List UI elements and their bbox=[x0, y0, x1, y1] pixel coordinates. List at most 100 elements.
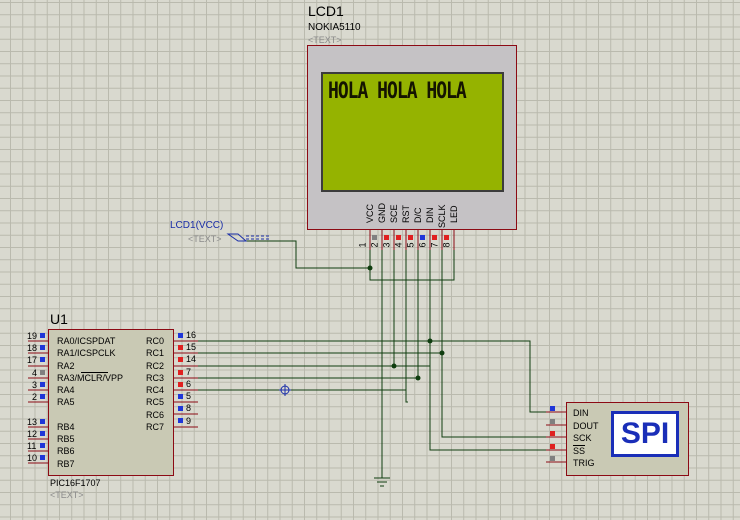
mcu-marker-11[interactable] bbox=[40, 443, 45, 448]
mcu-ref: U1 bbox=[50, 311, 68, 327]
mcu-marker-8[interactable] bbox=[178, 406, 183, 411]
mcu-pin-label-rb4: RB4 bbox=[57, 422, 75, 432]
spi-marker-dout[interactable] bbox=[550, 419, 555, 424]
mcu-marker-18[interactable] bbox=[40, 345, 45, 350]
spi-marker-ss[interactable] bbox=[550, 444, 555, 449]
mcu-marker-4[interactable] bbox=[40, 370, 45, 375]
lcd-pin-num-3: 3 bbox=[381, 242, 392, 248]
mcu-marker-5[interactable] bbox=[178, 394, 183, 399]
spi-pin-din: DIN bbox=[573, 408, 589, 418]
lcd-pin-label-gnd: GND bbox=[377, 203, 387, 223]
lcd-pin4-marker[interactable] bbox=[408, 235, 413, 240]
wire-rc4 bbox=[198, 389, 407, 402]
mcu-pin-num-6: 6 bbox=[186, 379, 192, 389]
mcu-marker-17[interactable] bbox=[40, 357, 45, 362]
mcu-pin-num-12: 12 bbox=[27, 429, 38, 439]
mcu-pin-num-18: 18 bbox=[27, 343, 38, 353]
mcu-pin-num-17: 17 bbox=[27, 355, 38, 365]
lcd-pin1-marker[interactable] bbox=[372, 235, 377, 240]
lcd-pin-num-8: 8 bbox=[441, 242, 452, 248]
spi-logo: SPI bbox=[611, 411, 679, 457]
mcu-marker-2[interactable] bbox=[40, 394, 45, 399]
spi-pin-trig: TRIG bbox=[573, 458, 595, 468]
lcd-ref: LCD1 bbox=[308, 3, 344, 19]
lcd-pin5-marker[interactable] bbox=[420, 235, 425, 240]
mcu-pin-num-4: 4 bbox=[32, 368, 38, 378]
mcu-pin-label-rb5: RB5 bbox=[57, 434, 75, 444]
spi-debugger-component[interactable]: DIN DOUT SCK SS TRIG SPI bbox=[566, 402, 689, 476]
mcu-component[interactable]: RA0/ICSPDAT RA1/ICSPCLK RA2 RA3/MCLR/VPP… bbox=[48, 329, 174, 476]
spi-pin-ss: SS bbox=[573, 446, 586, 456]
mcu-pin-label-ra3: RA3/MCLR/VPP bbox=[57, 373, 124, 383]
mcu-marker-14[interactable] bbox=[178, 357, 183, 362]
mcu-pin-num-7: 7 bbox=[186, 367, 192, 377]
mcu-marker-3[interactable] bbox=[40, 382, 45, 387]
lcd-pin-label-sclk: SCLK bbox=[437, 204, 447, 228]
mcu-pin-num-19: 19 bbox=[27, 331, 38, 341]
lcd-pin-label-led: LED bbox=[449, 205, 459, 223]
mcu-pin-label-rc1: RC1 bbox=[146, 348, 165, 358]
spi-pin-sck: SCK bbox=[573, 433, 592, 443]
mcu-marker-15[interactable] bbox=[178, 345, 183, 350]
mcu-pin-num-2: 2 bbox=[32, 392, 38, 402]
ground-symbol bbox=[374, 477, 390, 487]
mcu-pin-label-rc6: RC6 bbox=[146, 410, 165, 420]
lcd-pin-label-din: DIN bbox=[425, 207, 435, 224]
mcu-pin-label-rc4: RC4 bbox=[146, 385, 165, 395]
terminal-placeholder: <TEXT> bbox=[188, 234, 222, 244]
spi-marker-trig[interactable] bbox=[550, 456, 555, 461]
mcu-marker-7[interactable] bbox=[178, 370, 183, 375]
mcu-marker-16[interactable] bbox=[178, 333, 183, 338]
lcd-pin3-marker[interactable] bbox=[396, 235, 401, 240]
mcu-pin-num-5: 5 bbox=[186, 391, 192, 401]
mcu-pin-label-ra5: RA5 bbox=[57, 397, 75, 407]
lcd-pin-label-sce: SCE bbox=[389, 204, 399, 223]
terminal-label[interactable]: LCD1(VCC) bbox=[170, 220, 223, 231]
mcu-pin-label-ra2: RA2 bbox=[57, 361, 75, 371]
mcu-marker-6[interactable] bbox=[178, 382, 183, 387]
mcu-marker-19[interactable] bbox=[40, 333, 45, 338]
mcu-marker-9[interactable] bbox=[178, 418, 183, 423]
mcu-text-placeholder: <TEXT> bbox=[50, 490, 84, 500]
lcd-screen: HOLA HOLA HOLA bbox=[321, 72, 504, 192]
lcd-pin7-marker[interactable] bbox=[444, 235, 449, 240]
wire-rc0 bbox=[198, 340, 560, 413]
lcd-pin-num-5: 5 bbox=[405, 242, 416, 248]
mcu-pin-label-rb7: RB7 bbox=[57, 459, 75, 469]
mcu-marker-10[interactable] bbox=[40, 455, 45, 460]
spi-pin-dout: DOUT bbox=[573, 421, 599, 431]
mcu-pin-label-rc0: RC0 bbox=[146, 336, 165, 346]
mcu-pin-label-rc5: RC5 bbox=[146, 397, 165, 407]
spi-marker-din[interactable] bbox=[550, 406, 555, 411]
mcu-pin-num-8: 8 bbox=[186, 403, 192, 413]
lcd-model: NOKIA5110 bbox=[308, 22, 361, 33]
lcd-pin-num-1: 1 bbox=[357, 242, 368, 248]
lcd-pin6-marker[interactable] bbox=[432, 235, 437, 240]
lcd-component[interactable]: HOLA HOLA HOLA VCC GND SCE RST D/C DIN S… bbox=[307, 45, 517, 230]
mcu-pin-label-rc3: RC3 bbox=[146, 373, 165, 383]
mcu-pin-num-10: 10 bbox=[27, 453, 38, 463]
lcd-text-placeholder: <TEXT> bbox=[308, 35, 342, 45]
lcd-pin-label-rst: RST bbox=[401, 205, 411, 223]
mcu-pin-num-9: 9 bbox=[186, 416, 192, 426]
mcu-pin-num-13: 13 bbox=[27, 417, 38, 427]
mcu-pin-num-15: 15 bbox=[186, 342, 197, 352]
mclr-overbar bbox=[81, 372, 108, 373]
mcu-pin-label-rb6: RB6 bbox=[57, 446, 75, 456]
lcd-pin-num-2: 2 bbox=[369, 242, 380, 248]
mcu-pin-num-3: 3 bbox=[32, 380, 38, 390]
lcd-display-text: HOLA HOLA HOLA bbox=[328, 78, 467, 105]
lcd-pin2-marker[interactable] bbox=[384, 235, 389, 240]
mcu-marker-12[interactable] bbox=[40, 431, 45, 436]
wire-vcc bbox=[246, 233, 371, 269]
lcd-pin-num-4: 4 bbox=[393, 242, 404, 248]
lcd-pin-label-dc: D/C bbox=[413, 207, 423, 224]
mcu-pin-label-rc7: RC7 bbox=[146, 422, 165, 432]
lcd-pin-label-vcc: VCC bbox=[365, 203, 375, 223]
lcd-pin-num-7: 7 bbox=[429, 242, 440, 248]
mcu-pin-label-ra4: RA4 bbox=[57, 385, 75, 395]
mcu-pin-label-rc2: RC2 bbox=[146, 361, 165, 371]
mcu-model: PIC16F1707 bbox=[50, 478, 101, 488]
mcu-marker-13[interactable] bbox=[40, 419, 45, 424]
spi-marker-sck[interactable] bbox=[550, 431, 555, 436]
